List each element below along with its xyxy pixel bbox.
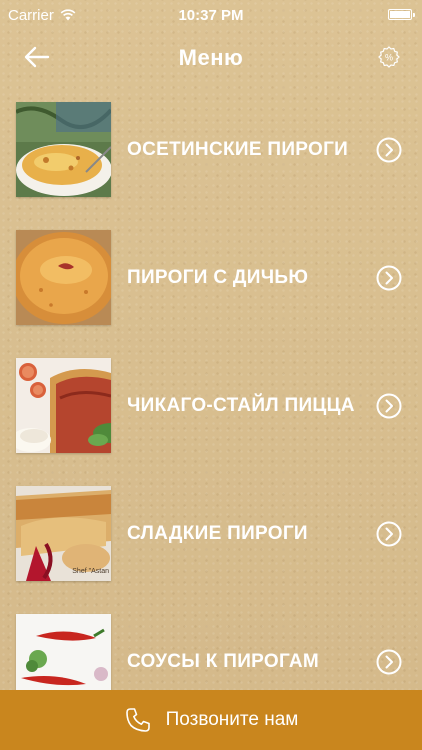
chevron-right-circle-icon[interactable] [376,265,402,291]
call-us-label: Позвоните нам [165,709,299,730]
menu-item-ossetian-pies[interactable]: ОСЕТИНСКИЕ ПИРОГИ [0,92,422,220]
page-title: Меню [178,45,244,70]
status-time: 10:37 PM [178,6,244,24]
chevron-right-circle-icon[interactable] [376,649,402,675]
chevron-right-circle-icon[interactable] [376,521,402,547]
battery-icon [388,9,415,20]
photo-watermark: Shef "Astan [72,568,109,575]
menu-item-chicago-pizza[interactable]: ЧИКАГО-СТАЙЛ ПИЦЦА [0,348,422,476]
nav-bar: Меню % [0,30,422,86]
menu-list: ОСЕТИНСКИЕ ПИРОГИ ПИРОГИ С ДИЧЬЮ ЧИКАГО-… [0,92,422,732]
menu-item-game-pies[interactable]: ПИРОГИ С ДИЧЬЮ [0,220,422,348]
call-us-button[interactable]: Позвоните нам [0,690,422,750]
chevron-right-circle-icon[interactable] [376,137,402,163]
menu-item-label: СЛАДКИЕ ПИРОГИ [127,523,308,544]
sweet-pie-photo: Shef "Astan [16,486,111,581]
chevron-right-circle-icon[interactable] [376,393,402,419]
game-pie-photo [16,230,111,325]
chicago-pizza-photo [16,358,111,453]
ossetian-pie-photo [16,102,111,197]
arrow-left-icon[interactable] [22,44,52,70]
menu-item-sweet-pies[interactable]: Shef "Astan СЛАДКИЕ ПИРОГИ [0,476,422,604]
menu-item-label: ЧИКАГО-СТАЙЛ ПИЦЦА [127,395,355,416]
percent-badge-icon[interactable]: % [378,46,400,68]
menu-item-label: ПИРОГИ С ДИЧЬЮ [127,267,309,288]
menu-item-label: ОСЕТИНСКИЕ ПИРОГИ [127,139,349,160]
phone-icon [125,708,150,732]
status-bar: Carrier 10:37 PM [0,0,422,30]
svg-text:%: % [385,53,393,63]
